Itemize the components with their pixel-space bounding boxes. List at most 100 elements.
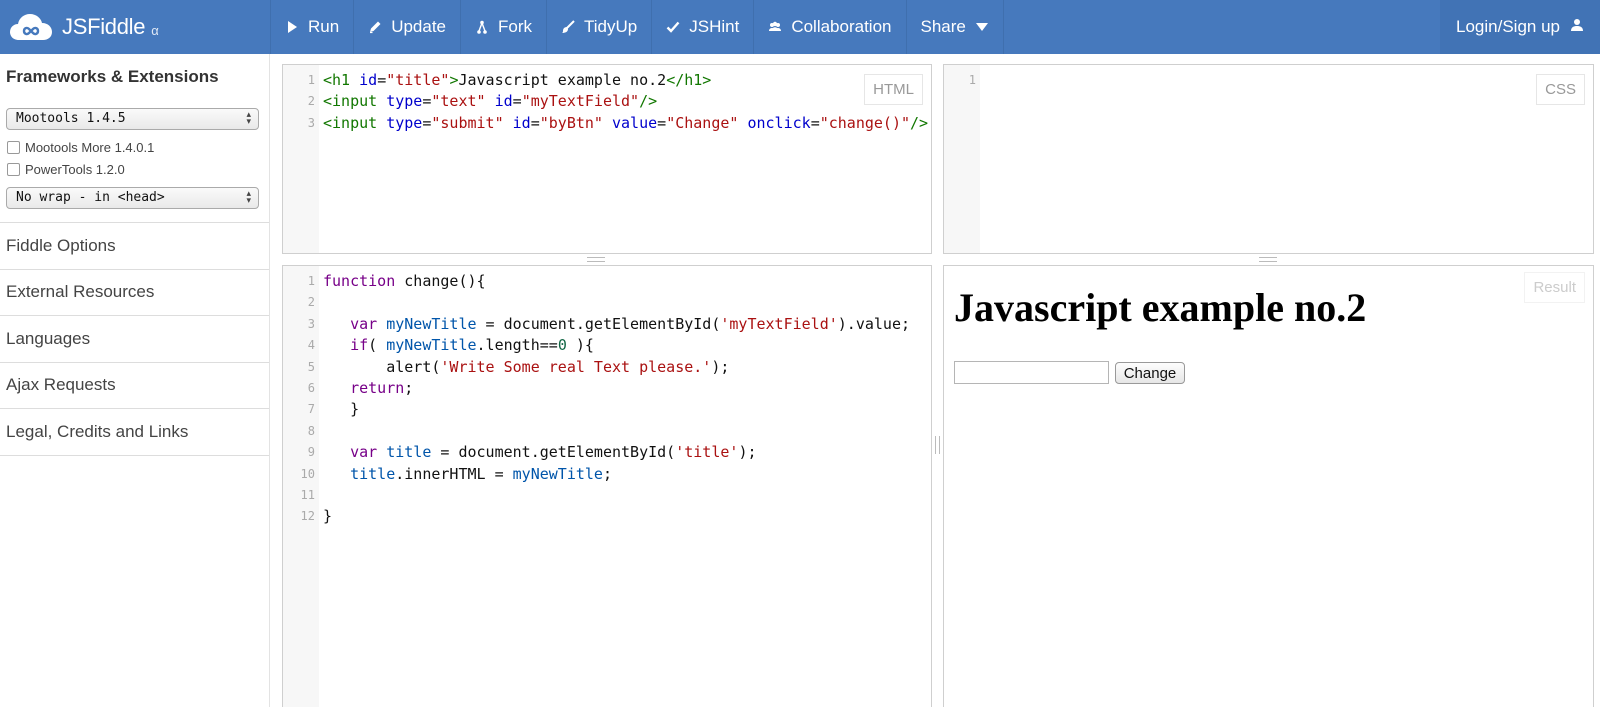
- line-gutter: [944, 65, 980, 253]
- run-button[interactable]: Run: [270, 0, 355, 54]
- line-number: 5: [307, 359, 315, 374]
- css-panel-label: CSS: [1536, 74, 1585, 105]
- update-button[interactable]: Update: [354, 0, 462, 54]
- code-line: 12}: [283, 506, 931, 527]
- result-text-field[interactable]: [954, 361, 1109, 384]
- frameworks-heading: Frameworks & Extensions: [6, 67, 219, 86]
- users-icon: [768, 20, 782, 34]
- extension-checkbox[interactable]: [7, 140, 20, 154]
- result-change-button[interactable]: Change: [1115, 362, 1185, 384]
- resize-handle-left[interactable]: [587, 257, 605, 262]
- html-editor[interactable]: 1 <h1 id="title">Javascript example no.2<…: [283, 70, 931, 134]
- sidebar-item-languages[interactable]: Languages: [0, 316, 269, 363]
- code-line: 2 <input type="text" id="myTextField"/>: [283, 91, 931, 112]
- css-panel[interactable]: 1 CSS: [943, 64, 1594, 254]
- login-label: Login/Sign up: [1456, 17, 1560, 36]
- code-line: 2: [283, 292, 931, 313]
- css-editor[interactable]: 1: [944, 70, 1593, 91]
- framework-select-value: Mootools 1.4.5: [16, 111, 126, 126]
- code-text: title.innerHTML = myNewTitle;: [350, 464, 612, 483]
- wrap-select[interactable]: No wrap - in <head> ▴ ▾: [6, 187, 259, 209]
- line-number: 3: [307, 316, 315, 331]
- line-number: 4: [307, 338, 315, 353]
- run-label: Run: [308, 17, 340, 36]
- resize-handle-center[interactable]: [935, 436, 940, 454]
- extension-label: Mootools More 1.4.0.1: [25, 139, 155, 155]
- select-arrows-icon: ▴ ▾: [246, 189, 251, 206]
- brand-version: α: [151, 22, 159, 38]
- collaboration-label: Collaboration: [791, 17, 892, 36]
- js-panel[interactable]: 1 function change(){2 3 var myNewTitle = d…: [282, 265, 932, 707]
- line-number: 1: [968, 73, 976, 87]
- toolbar-actions: Run Update Fork TidyUp JSHint Collaborat…: [270, 0, 1004, 54]
- line-number: 1: [307, 73, 315, 87]
- jshint-label: JSHint: [689, 17, 740, 36]
- js-editor[interactable]: 1 function change(){2 3 var myNewTitle = d…: [283, 271, 931, 528]
- top-bar: JSFiddle α Run Update Fork TidyUp JSHint…: [0, 0, 1600, 54]
- caret-down-icon: [975, 20, 989, 34]
- line-number: 12: [300, 509, 315, 524]
- fork-button[interactable]: Fork: [461, 0, 548, 54]
- framework-select[interactable]: Mootools 1.4.5 ▴ ▾: [6, 108, 259, 130]
- line-number: 6: [307, 380, 315, 395]
- tidyup-label: TidyUp: [584, 17, 638, 36]
- extension-option[interactable]: PowerTools 1.2.0: [7, 158, 269, 180]
- code-text: <input type="text" id="myTextField"/>: [323, 92, 658, 111]
- user-icon: [1570, 17, 1584, 37]
- wrap-select-value: No wrap - in <head>: [16, 190, 165, 205]
- result-heading: Javascript example no.2: [954, 285, 1367, 330]
- code-text: if( myNewTitle.length==0 ){: [350, 336, 594, 355]
- code-text: }: [323, 507, 333, 526]
- code-line: 3 <input type="submit" id="byBtn" value="…: [283, 113, 931, 134]
- share-label: Share: [920, 17, 966, 36]
- code-text: alert('Write Some real Text please.');: [323, 357, 730, 376]
- code-line: 9 var title = document.getElementById('t…: [283, 442, 931, 463]
- resize-handle-right[interactable]: [1259, 257, 1277, 262]
- code-text: var myNewTitle = document.getElementById…: [350, 314, 911, 333]
- sidebar-item-legal[interactable]: Legal, Credits and Links: [0, 409, 269, 456]
- html-panel[interactable]: 1 <h1 id="title">Javascript example no.2<…: [282, 64, 932, 254]
- code-line: 1: [944, 70, 1593, 91]
- sidebar-item-fiddle-options[interactable]: Fiddle Options: [0, 223, 269, 270]
- collaboration-button[interactable]: Collaboration: [754, 0, 907, 54]
- code-text: <input type="submit" id="byBtn" value="C…: [323, 113, 929, 132]
- code-line: 4 if( myNewTitle.length==0 ){: [283, 335, 931, 356]
- share-button[interactable]: Share: [907, 0, 1004, 54]
- extensions-list: Mootools More 1.4.0.1 PowerTools 1.2.0: [0, 130, 269, 180]
- html-panel-label: HTML: [864, 74, 923, 105]
- pencil-icon: [368, 20, 382, 34]
- cloud-logo-icon: [10, 14, 52, 40]
- line-number: 10: [300, 466, 315, 481]
- line-number: 1: [307, 274, 315, 288]
- extension-option[interactable]: Mootools More 1.4.0.1: [7, 136, 269, 158]
- update-label: Update: [391, 17, 447, 36]
- code-line: 1 <h1 id="title">Javascript example no.2<…: [283, 70, 931, 91]
- line-number: 7: [307, 402, 315, 417]
- sidebar-item-ajax-requests[interactable]: Ajax Requests: [0, 363, 269, 409]
- code-line: 6 return;: [283, 378, 931, 399]
- jshint-button[interactable]: JSHint: [652, 0, 755, 54]
- select-arrows-icon: ▴ ▾: [246, 110, 251, 127]
- code-line: 3 var myNewTitle = document.getElementBy…: [283, 314, 931, 335]
- sidebar: Frameworks & Extensions Mootools 1.4.5 ▴…: [0, 54, 270, 707]
- code-text: var title = document.getElementById('tit…: [350, 443, 757, 462]
- brand[interactable]: JSFiddle α: [0, 0, 270, 54]
- line-number: 11: [300, 487, 315, 502]
- tidyup-button[interactable]: TidyUp: [547, 0, 653, 54]
- line-number: 2: [307, 295, 315, 310]
- line-number: 2: [307, 94, 315, 109]
- code-line: 7 }: [283, 399, 931, 420]
- brush-icon: [561, 20, 575, 34]
- line-number: 8: [307, 423, 315, 438]
- login-signup-button[interactable]: Login/Sign up: [1440, 0, 1600, 54]
- code-text: return;: [350, 378, 414, 397]
- code-text: <h1 id="title">Javascript example no.2</…: [323, 71, 712, 89]
- extension-label: PowerTools 1.2.0: [25, 161, 125, 177]
- sidebar-item-external-resources[interactable]: External Resources: [0, 270, 269, 316]
- fork-label: Fork: [498, 17, 533, 36]
- brand-name: JSFiddle: [62, 14, 146, 39]
- code-line: 5 alert('Write Some real Text please.');: [283, 357, 931, 378]
- extension-checkbox[interactable]: [7, 162, 20, 176]
